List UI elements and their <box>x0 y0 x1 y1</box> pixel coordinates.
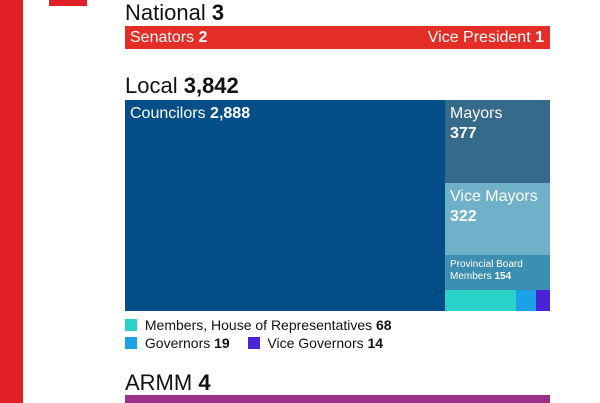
councilors-value: 2,888 <box>210 105 251 122</box>
treemap-cell-mayors: Mayors 377 <box>445 100 550 183</box>
national-total: 3 <box>211 0 225 25</box>
treemap-cell-vice-governors <box>536 290 550 311</box>
left-accent-bar <box>0 0 23 403</box>
governors-swatch <box>125 337 137 349</box>
local-total: 3,842 <box>183 73 239 98</box>
top-accent-mark <box>49 0 87 6</box>
national-bar: Senators 2 Vice President 1 <box>125 26 550 49</box>
mayors-value: 377 <box>450 125 477 142</box>
treemap-cell-vice-mayors: Vice Mayors 322 <box>445 183 550 255</box>
treemap-cell-provincial-board: Provincial Board Members 154 <box>445 255 550 290</box>
vice-president-label: Vice President <box>427 29 531 46</box>
vice-president-value: 1 <box>535 29 544 46</box>
vice-governors-swatch <box>247 337 260 349</box>
armm-label: ARMM <box>125 370 193 395</box>
legend-house-reps-value: 68 <box>376 317 392 333</box>
legend-row-governors: Governors 19 Vice Governors 14 <box>125 335 383 351</box>
legend-vice-governors-value: 14 <box>367 335 384 351</box>
treemap-cell-house-reps <box>445 290 516 311</box>
treemap-cell-governors <box>516 290 536 311</box>
provincial-board-label-line2: Members <box>450 271 492 282</box>
provincial-board-label-line1: Provincial Board <box>450 259 523 270</box>
councilors-label: Councilors <box>130 105 206 122</box>
vice-president-label-group: Vice President 1 <box>428 26 544 49</box>
legend-house-reps-label: Members, House of Representatives <box>144 317 373 333</box>
provincial-board-label-group: Provincial Board Members 154 <box>450 259 523 283</box>
national-label: National <box>125 0 206 25</box>
national-heading: National 3 <box>125 1 224 25</box>
vice-mayors-value: 322 <box>450 208 477 225</box>
armm-heading: ARMM 4 <box>125 371 211 395</box>
treemap-cell-councilors: Councilors 2,888 <box>125 100 445 311</box>
councilors-label-group: Councilors 2,888 <box>130 104 250 124</box>
mayors-label: Mayors <box>450 105 503 122</box>
legend-row-house-reps: Members, House of Representatives 68 <box>125 317 392 333</box>
senators-label-group: Senators 2 <box>130 26 207 49</box>
senators-value: 2 <box>198 29 208 46</box>
provincial-board-value: 154 <box>494 271 512 282</box>
vice-mayors-label: Vice Mayors <box>450 188 538 205</box>
armm-total: 4 <box>198 370 211 395</box>
armm-bar <box>125 395 550 403</box>
local-label: Local <box>125 73 178 98</box>
legend-vice-governors-label: Vice Governors <box>267 335 364 351</box>
senators-label: Senators <box>130 29 195 46</box>
legend-governors-value: 19 <box>214 335 230 351</box>
local-heading: Local 3,842 <box>125 74 239 98</box>
legend-governors-label: Governors <box>144 335 211 351</box>
house-reps-swatch <box>125 319 137 331</box>
